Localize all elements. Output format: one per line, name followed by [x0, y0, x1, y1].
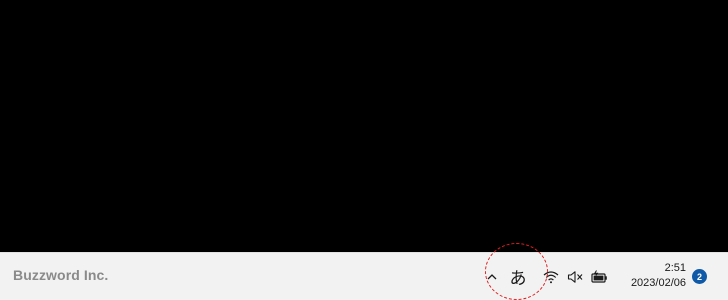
clock-time: 2:51: [664, 262, 686, 274]
volume-muted-icon: [567, 270, 582, 283]
clock-date: 2023/02/06: [630, 277, 686, 289]
network-button[interactable]: [540, 253, 562, 300]
wifi-icon: [543, 270, 559, 283]
taskbar: Buzzword Inc. あ 2:51 2023/02/06 2: [0, 252, 728, 300]
taskbar-brand-label: Buzzword Inc.: [13, 267, 109, 283]
ime-indicator[interactable]: あ: [505, 253, 531, 300]
clock-button[interactable]: 2:51 2023/02/06: [616, 261, 686, 291]
volume-button[interactable]: [564, 253, 586, 300]
battery-button[interactable]: [588, 253, 610, 300]
desktop-background: [0, 0, 728, 252]
notification-badge[interactable]: 2: [692, 269, 707, 284]
chevron-up-icon: [487, 273, 497, 279]
battery-charging-icon: [590, 269, 607, 283]
show-hidden-icons-button[interactable]: [482, 253, 502, 300]
